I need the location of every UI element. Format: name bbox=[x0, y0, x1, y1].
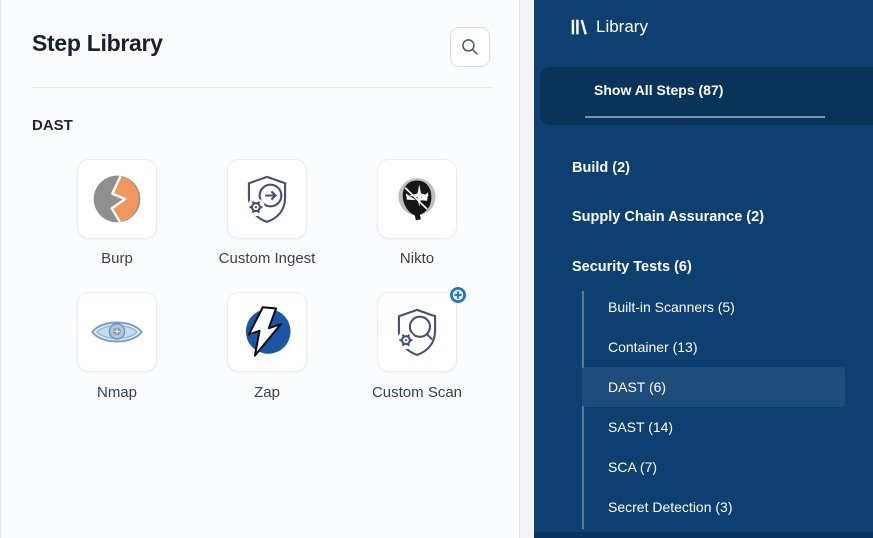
sidebar-group-security-tests[interactable]: Security Tests (6) bbox=[572, 256, 692, 278]
sidebar-bottom-strip bbox=[534, 532, 873, 538]
nmap-eye-icon bbox=[88, 303, 146, 361]
page-title: Step Library bbox=[32, 30, 163, 57]
step-card-burp[interactable] bbox=[77, 159, 157, 239]
step-card-label: Custom Scan bbox=[342, 384, 492, 401]
integration-badge-icon bbox=[450, 287, 466, 303]
step-card-label: Nikto bbox=[342, 250, 492, 267]
zap-lightning-icon bbox=[238, 303, 296, 361]
show-all-steps-item[interactable]: Show All Steps (87) bbox=[540, 67, 873, 125]
sidebar-item-sast[interactable]: SAST (14) bbox=[582, 407, 845, 447]
sidebar-group-supply-chain[interactable]: Supply Chain Assurance (2) bbox=[572, 206, 764, 228]
sidebar-item-built-in-scanners[interactable]: Built-in Scanners (5) bbox=[582, 287, 845, 327]
step-card-zap[interactable] bbox=[227, 292, 307, 372]
sidebar-item-dast[interactable]: DAST (6) bbox=[582, 367, 845, 407]
show-all-underline bbox=[585, 116, 825, 118]
section-heading-dast: DAST bbox=[32, 117, 73, 134]
nikto-mask-icon bbox=[390, 172, 444, 226]
step-library-page: Step Library DAST bbox=[0, 0, 873, 538]
step-card-label: Custom Ingest bbox=[192, 250, 342, 267]
burp-logo-icon bbox=[89, 171, 145, 227]
show-all-steps-label: Show All Steps (87) bbox=[594, 82, 723, 98]
library-sidebar: Library Show All Steps (87) Build (2) Su… bbox=[534, 0, 873, 538]
shield-arrow-gear-icon bbox=[239, 171, 295, 227]
step-card-custom-scan[interactable] bbox=[377, 292, 457, 372]
sidebar-item-secret-detection[interactable]: Secret Detection (3) bbox=[582, 487, 845, 527]
step-card-label: Zap bbox=[192, 384, 342, 401]
library-icon bbox=[570, 18, 588, 36]
search-button[interactable] bbox=[450, 27, 490, 67]
step-card-custom-ingest[interactable] bbox=[227, 159, 307, 239]
step-library-panel: Step Library DAST bbox=[0, 0, 520, 538]
sidebar-item-container[interactable]: Container (13) bbox=[582, 327, 845, 367]
step-card-nmap[interactable] bbox=[77, 292, 157, 372]
step-card-nikto[interactable] bbox=[377, 159, 457, 239]
step-card-label: Burp bbox=[42, 250, 192, 267]
shield-search-gear-icon bbox=[389, 304, 445, 360]
header-divider bbox=[31, 87, 493, 88]
sidebar-header: Library bbox=[570, 17, 648, 37]
search-icon bbox=[461, 38, 479, 56]
sidebar-title: Library bbox=[596, 17, 648, 37]
sidebar-item-sca[interactable]: SCA (7) bbox=[582, 447, 845, 487]
sidebar-group-build[interactable]: Build (2) bbox=[572, 157, 630, 179]
step-card-label: Nmap bbox=[42, 384, 192, 401]
